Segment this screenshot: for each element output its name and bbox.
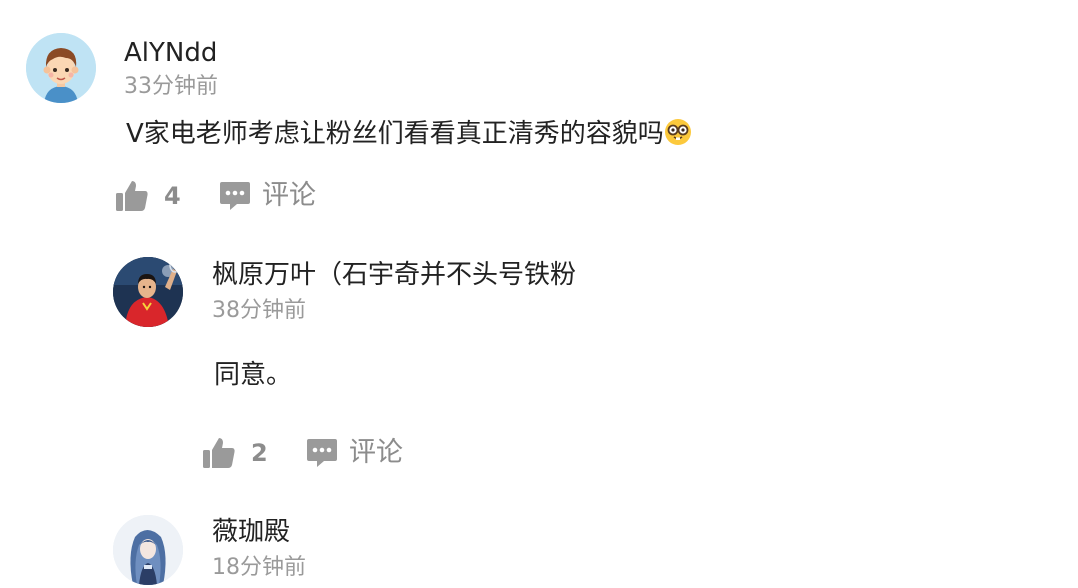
avatar[interactable] (113, 257, 183, 327)
username[interactable]: 薇珈殿 (212, 519, 290, 545)
avatar[interactable] (26, 33, 96, 103)
reply-button[interactable]: 评论 (262, 182, 316, 209)
timestamp: 18分钟前 (212, 555, 306, 580)
username[interactable]: AlYNdd (124, 40, 217, 66)
comment-text: 同意。 (214, 360, 293, 390)
like-count: 4 (164, 182, 181, 210)
comment-bubble-icon[interactable] (218, 178, 252, 216)
comment-bubble-icon[interactable] (305, 435, 339, 473)
cartoon-boy-avatar-icon (26, 33, 96, 103)
thumbs-up-icon[interactable] (201, 435, 237, 475)
comment-text-content: V家电老师考虑让粉丝们看看真正清秀的容貌吗 (126, 119, 664, 149)
nerd-face-emoji-icon (664, 118, 692, 151)
thumbs-up-icon[interactable] (114, 178, 150, 218)
anime-character-avatar-icon (113, 515, 183, 585)
reply-item: 薇珈殿 18分钟前 (0, 500, 1078, 588)
timestamp: 33分钟前 (124, 74, 218, 99)
reply-item: 枫原万叶（石宇奇并不头号铁粉 38分钟前 同意。 2 评论 (0, 230, 1078, 500)
comment-actions: 2 评论 (201, 435, 601, 475)
comment-actions: 4 评论 (114, 178, 514, 218)
timestamp: 38分钟前 (212, 298, 306, 323)
reply-button[interactable]: 评论 (349, 439, 403, 466)
comment-text: V家电老师考虑让粉丝们看看真正清秀的容貌吗 (126, 118, 692, 151)
avatar[interactable] (113, 515, 183, 585)
like-count: 2 (251, 439, 268, 467)
comment-item: AlYNdd 33分钟前 V家电老师考虑让粉丝们看看真正清秀的容貌吗 4 评论 (0, 0, 1078, 230)
username[interactable]: 枫原万叶（石宇奇并不头号铁粉 (212, 262, 576, 288)
badminton-player-photo-avatar-icon (113, 257, 183, 327)
